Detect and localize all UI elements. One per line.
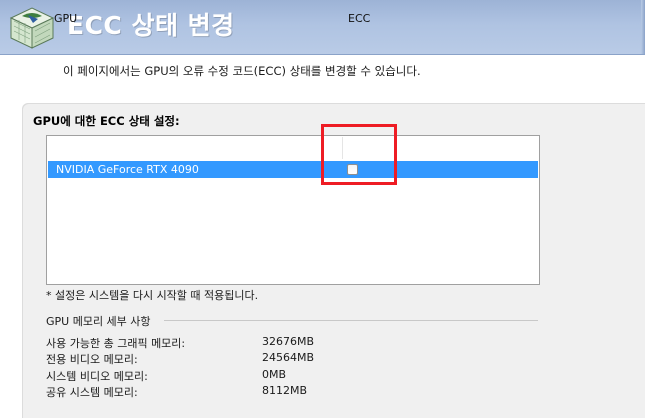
dedicated-memory-label: 전용 비디오 메모리: xyxy=(46,353,138,366)
total-memory-value: 32676MB xyxy=(262,335,315,348)
dedicated-memory-value: 24564MB xyxy=(262,351,315,364)
panel-title: GPU에 대한 ECC 상태 설정: xyxy=(33,114,180,128)
total-memory-label: 사용 가능한 총 그래픽 메모리: xyxy=(46,337,186,350)
section-divider xyxy=(164,320,538,321)
column-header-ecc[interactable]: ECC xyxy=(348,12,370,25)
gpu-list[interactable] xyxy=(46,135,540,285)
system-memory-value: 0MB xyxy=(262,368,287,381)
system-memory-label: 시스템 비디오 메모리: xyxy=(46,370,148,383)
gpu-name[interactable]: NVIDIA GeForce RTX 4090 xyxy=(56,163,199,176)
header-edge xyxy=(641,0,645,54)
control-panel-icon xyxy=(9,7,55,49)
page-description: 이 페이지에서는 GPU의 오류 수정 코드(ECC) 상태를 변경할 수 있습… xyxy=(63,64,421,78)
shared-memory-label: 공유 시스템 메모리: xyxy=(46,386,138,399)
page-title: ECC 상태 변경 xyxy=(67,11,235,40)
shared-memory-value: 8112MB xyxy=(262,384,308,397)
column-header-gpu[interactable]: GPU xyxy=(54,12,77,25)
ecc-highlight-annotation xyxy=(321,124,397,185)
memory-section-title: GPU 메모리 세부 사항 xyxy=(46,315,151,328)
restart-note: * 설정은 시스템을 다시 시작할 때 적용됩니다. xyxy=(46,289,259,302)
header-divider xyxy=(0,54,645,55)
